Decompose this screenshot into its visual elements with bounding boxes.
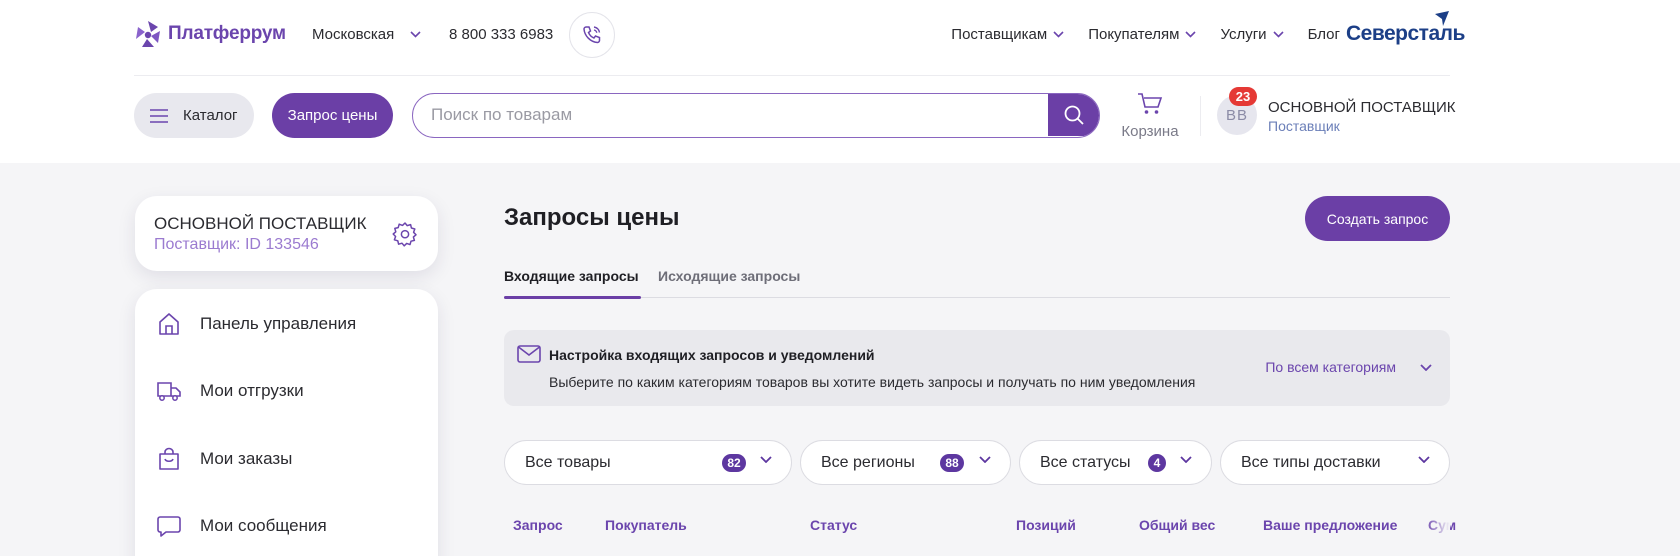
nav-suppliers[interactable]: Поставщикам [951,26,1064,43]
filter-products[interactable]: Все товары 82 [504,440,792,485]
sidebar-item-label: Мои сообщения [200,516,327,535]
nav-blog[interactable]: Блог [1308,26,1340,43]
chevron-down-icon [979,456,991,463]
catalog-button[interactable]: Каталог [134,93,254,138]
sidebar-item-label: Мои заказы [200,449,293,468]
nav-buyers[interactable]: Покупателям [1088,26,1197,43]
filter-regions[interactable]: Все регионы 88 [800,440,1011,485]
chevron-down-icon [1180,456,1192,463]
search-button[interactable] [1048,94,1099,136]
page-title: Запросы цены [504,204,680,231]
filter-statuses[interactable]: Все статусы 4 [1019,440,1212,485]
column-header-your-offer[interactable]: Ваше предложение [1263,517,1397,533]
nav-label: Поставщикам [951,26,1048,43]
filter-label: Все статусы [1040,453,1131,471]
chevron-down-icon [1053,31,1064,38]
notice-text: Выберите по каким категориям товаров вы … [549,374,1196,390]
menu-icon [150,108,168,123]
sidebar-menu: Панель управления Мои отгрузки Мои заказ… [135,289,438,556]
cart-label: Корзина [1121,123,1179,140]
chevron-down-icon [1185,31,1197,38]
profile-name: ОСНОВНОЙ ПОСТАВЩИК [154,214,367,233]
catalog-label: Каталог [183,107,238,124]
mail-icon [517,345,541,363]
filter-count-badge: 82 [722,454,746,472]
truck-icon [157,379,181,403]
brand-flag-icon [1435,11,1449,26]
divider [1200,96,1201,136]
site-header: Платферрум Московская 8 800 333 6983 Пос… [0,0,1680,163]
sidebar-item-messages[interactable]: Мои сообщения [157,511,327,541]
bag-icon [157,447,181,471]
column-header-request[interactable]: Запрос [513,517,563,533]
notification-settings-banner: Настройка входящих запросов и уведомлени… [504,330,1450,406]
search-input[interactable] [431,94,1011,136]
request-tabs: Входящие запросы Исходящие запросы [504,264,1450,299]
table-scroll-fade [1425,500,1450,556]
filter-label: Все типы доставки [1241,453,1381,471]
call-button[interactable] [569,12,615,58]
user-role: Поставщик [1268,118,1340,134]
filter-count-badge: 88 [940,454,964,472]
profile-card: ОСНОВНОЙ ПОСТАВЩИК Поставщик: ID 133546 [135,196,438,271]
phone-icon [583,26,601,44]
top-navigation: Поставщикам Покупателям Услуги Блог [951,26,1340,43]
filter-delivery-types[interactable]: Все типы доставки [1220,440,1450,485]
nav-label: Услуги [1220,26,1267,43]
filter-count-badge: 4 [1148,454,1166,472]
user-name[interactable]: ОСНОВНОЙ ПОСТАВЩИК [1268,99,1456,116]
partner-brand-logo[interactable]: Северсталь [1346,10,1465,50]
column-header-status[interactable]: Статус [810,517,857,533]
gear-icon[interactable] [392,221,418,247]
sidebar-item-dashboard[interactable]: Панель управления [157,309,356,339]
chevron-down-icon [1420,363,1432,371]
column-header-buyer[interactable]: Покупатель [605,517,687,533]
chat-icon [157,514,181,538]
top-bar: Платферрум Московская 8 800 333 6983 Пос… [134,0,1465,76]
chevron-down-icon [760,456,772,463]
sidebar-item-orders[interactable]: Мои заказы [157,444,292,474]
cart-icon [1138,93,1163,114]
nav-label: Блог [1307,26,1340,43]
filter-label: Все товары [525,453,611,471]
chevron-down-icon [1273,31,1284,38]
region-selector[interactable]: Московская [312,26,421,43]
phone-number[interactable]: 8 800 333 6983 [449,26,553,43]
cart-button[interactable]: Корзина [1119,92,1181,140]
tab-incoming[interactable]: Входящие запросы [504,268,639,284]
nav-services[interactable]: Услуги [1220,26,1284,43]
profile-id: Поставщик: ID 133546 [154,236,319,253]
column-header-positions[interactable]: Позиций [1016,517,1076,533]
sidebar-item-shipments[interactable]: Мои отгрузки [157,376,304,406]
category-select[interactable]: По всем категориям [1265,359,1432,375]
nav-label: Покупателям [1088,26,1180,43]
category-select-value: По всем категориям [1265,359,1396,375]
chevron-down-icon [410,31,421,38]
notice-title: Настройка входящих запросов и уведомлени… [549,347,875,363]
home-icon [157,312,181,336]
price-request-button[interactable]: Запрос цены [272,93,393,138]
create-request-button[interactable]: Создать запрос [1305,196,1450,241]
search-icon [1064,105,1084,125]
logo-text: Платферрум [168,23,286,44]
sidebar-item-label: Панель управления [200,314,357,333]
chevron-down-icon [1418,456,1430,463]
filter-label: Все регионы [821,453,915,471]
tab-outgoing[interactable]: Исходящие запросы [658,268,800,284]
region-label: Московская [312,26,395,43]
notification-badge: 23 [1229,87,1257,106]
search-bar [412,93,1100,138]
active-tab-indicator [504,296,641,299]
site-logo[interactable]: Платферрум [134,19,286,49]
sidebar-item-label: Мои отгрузки [200,381,304,400]
logo-mark-icon [136,21,160,47]
column-header-weight[interactable]: Общий вес [1139,517,1215,533]
